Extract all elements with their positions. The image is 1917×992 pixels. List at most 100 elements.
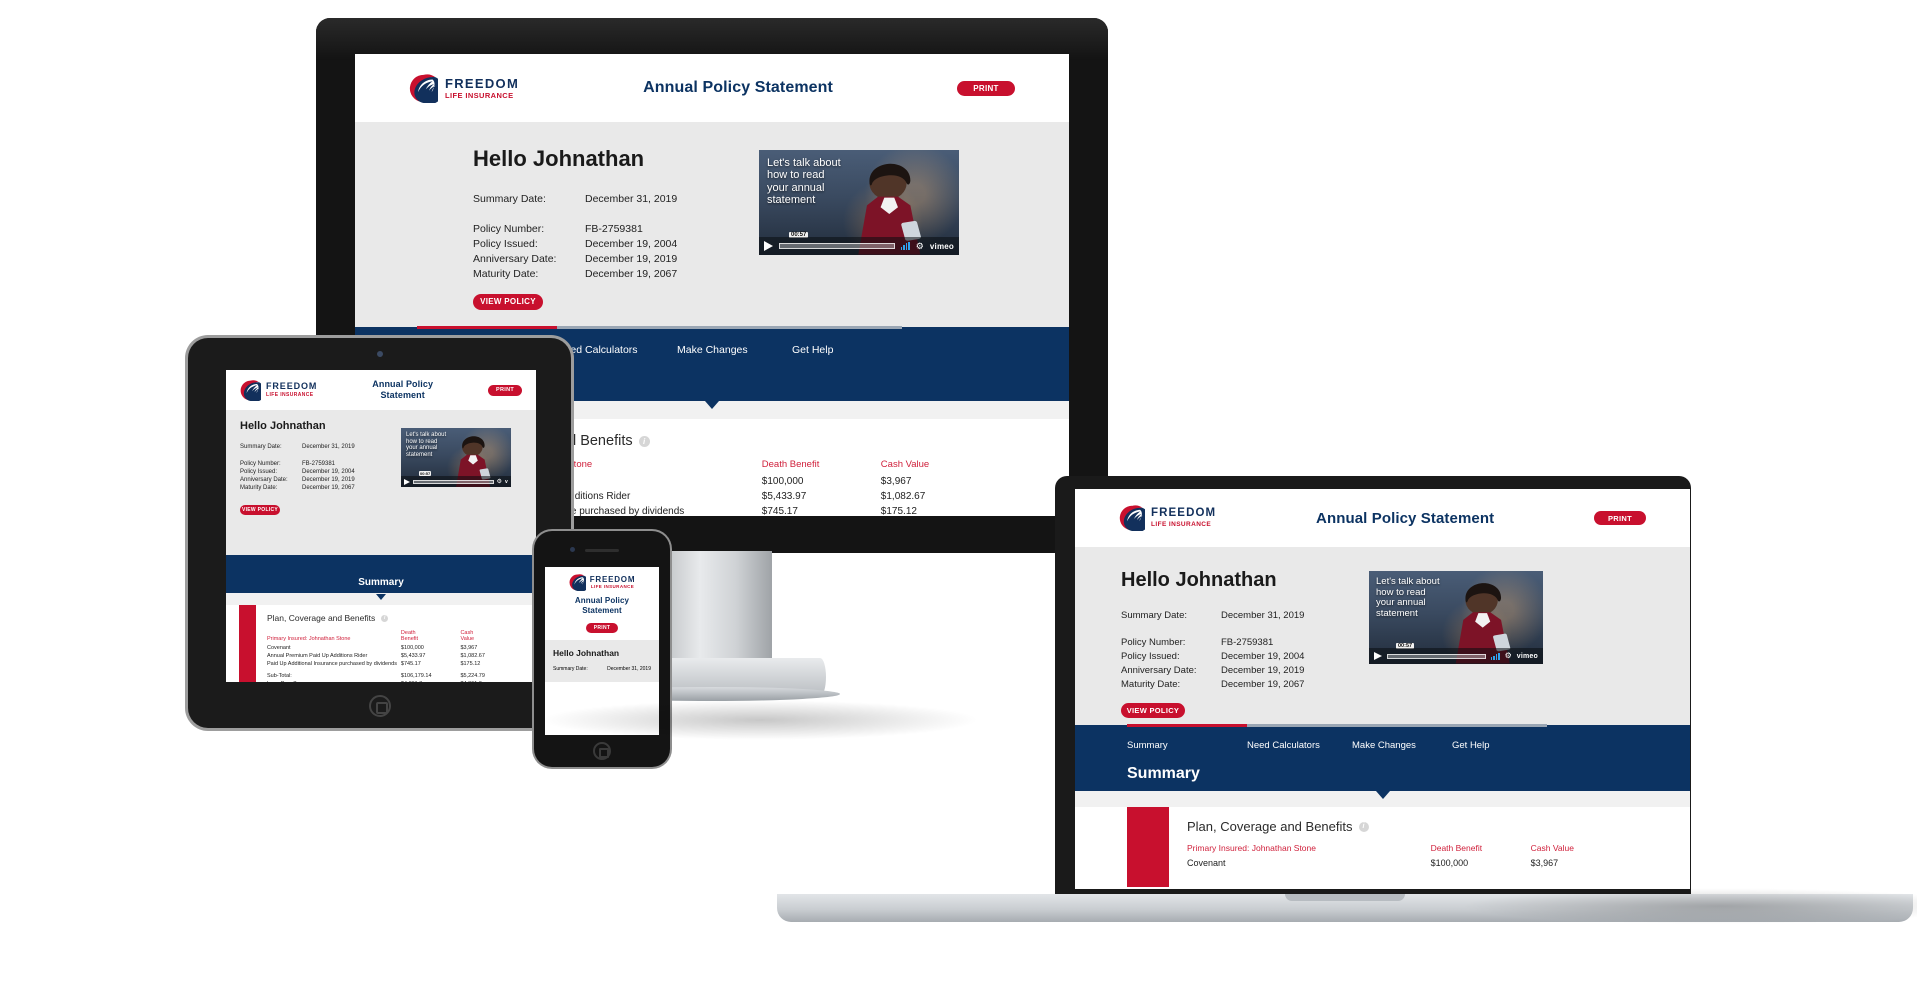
play-icon[interactable]	[1374, 652, 1382, 660]
nav-item-summary-label: Summary	[1127, 739, 1168, 751]
policy-number-value: FB-2759381	[302, 461, 336, 467]
anniversary-date-label: Anniversary Date:	[1121, 665, 1197, 676]
print-button[interactable]: PRINT	[956, 80, 1015, 96]
print-button[interactable]: PRINT	[586, 623, 618, 633]
tablet-page: FREEDOM LIFE INSURANCE Annual Policy Sta…	[226, 370, 536, 682]
maturity-date-value: December 19, 2067	[585, 268, 678, 280]
loan-payoff-cash-value: $4,861.3	[460, 680, 515, 682]
card-accent-stripe	[239, 605, 256, 682]
nav-item-get-help[interactable]: Get Help	[1452, 723, 1547, 751]
row-death-benefit: $745.17	[400, 661, 421, 667]
video-thumbnail[interactable]: Let's talk about how to read your annual…	[759, 150, 959, 255]
row-death-benefit: $745.17	[761, 506, 798, 516]
brand-logo[interactable]: FREEDOM LIFE INSURANCE	[409, 73, 519, 103]
phone-home-button[interactable]	[593, 742, 611, 760]
video-line-1: Let's talk about	[767, 157, 841, 169]
phone-summary-section: Hello Johnathan Summary Date: December 3…	[545, 640, 659, 682]
print-button[interactable]: PRINT	[1594, 511, 1646, 525]
video-line-4: statement	[1376, 607, 1418, 619]
freedom-swoosh-icon	[409, 73, 438, 103]
tablet-camera-icon	[376, 351, 383, 357]
gear-icon[interactable]: ⚙	[916, 241, 924, 251]
anniversary-date-label: Anniversary Date:	[240, 477, 288, 483]
desktop-summary-section: Hello Johnathan Summary Date: December 3…	[355, 122, 1069, 327]
main-navigation[interactable]	[226, 555, 536, 573]
video-thumbnail[interactable]: Let's talk about how to read your annual…	[401, 428, 511, 487]
maturity-date-label: Maturity Date:	[1121, 679, 1181, 690]
info-icon[interactable]: i	[1358, 821, 1369, 832]
vimeo-label: vimeo	[1516, 652, 1538, 660]
section-header-summary: Summary	[1075, 757, 1690, 799]
row-death-benefit: $5,433.97	[400, 653, 426, 659]
play-icon[interactable]	[764, 241, 773, 251]
maturity-date-value: December 19, 2067	[1221, 679, 1305, 690]
table-total-row: Loan Payoff: $4,861.3 $4,861.3	[267, 680, 515, 682]
row-cash-value: $1,082.67	[460, 653, 485, 659]
monitor-stand-neck	[652, 551, 772, 669]
gear-icon[interactable]: ⚙	[497, 479, 502, 485]
print-button[interactable]: PRINT	[488, 384, 522, 396]
policy-issued-value: December 19, 2004	[1221, 651, 1305, 662]
nav-item-need-calculators[interactable]: Need Calculators	[1247, 723, 1352, 751]
summary-date-label: Summary Date:	[553, 666, 588, 672]
tablet-shadow	[540, 700, 980, 740]
nav-item-need-calculators-label: Need Calculators	[1247, 739, 1320, 751]
video-overlay-text: Let's talk about how to read your annual…	[1376, 576, 1446, 620]
view-policy-button[interactable]: VIEW POLICY	[473, 293, 543, 310]
info-icon[interactable]: i	[381, 614, 389, 622]
nav-indicator	[557, 325, 677, 329]
brand-logo[interactable]: FREEDOM LIFE INSURANCE	[1119, 505, 1216, 531]
view-policy-button[interactable]: VIEW POLICY	[240, 505, 280, 515]
volume-bars-icon[interactable]	[900, 242, 910, 250]
video-controls-bar[interactable]: ⚙ v	[401, 476, 511, 487]
summary-date-value: December 31, 2019	[1221, 610, 1305, 621]
play-icon[interactable]	[404, 478, 410, 485]
view-policy-button[interactable]: VIEW POLICY	[1121, 703, 1185, 718]
section-caret-icon	[376, 594, 386, 600]
nav-indicator	[792, 325, 902, 329]
nav-item-summary[interactable]: Summary	[1127, 723, 1247, 751]
subtotal-death-benefit: $106,179.14	[400, 673, 432, 679]
video-thumbnail[interactable]: Let's talk about how to read your annual…	[1369, 571, 1543, 664]
nav-active-indicator	[417, 325, 557, 329]
anniversary-date-value: December 19, 2019	[302, 477, 355, 483]
policy-issued-label: Policy Issued:	[240, 469, 278, 475]
table-header-row: Primary Insured: Johnathan Stone Death B…	[267, 630, 515, 644]
summary-date-value: December 31, 2019	[585, 193, 678, 205]
main-navigation[interactable]: Summary Need Calculators Make Changes Ge…	[1075, 723, 1690, 757]
cash-value-header: Cash Value	[1530, 843, 1574, 853]
anniversary-date-value: December 19, 2019	[585, 253, 678, 265]
nav-active-indicator	[1127, 723, 1247, 727]
nav-item-get-help[interactable]: Get Help	[792, 325, 902, 356]
tablet-home-button[interactable]	[368, 695, 391, 717]
video-scrubber[interactable]	[1387, 653, 1487, 659]
video-scrubber[interactable]	[413, 479, 494, 484]
death-benefit-header: Death Benefit	[1430, 843, 1483, 853]
row-death-benefit: $100,000	[761, 476, 804, 487]
video-controls-bar[interactable]: ⚙ vimeo	[1369, 648, 1543, 664]
volume-bars-icon[interactable]	[1491, 652, 1500, 660]
subtotal-label: Sub-Total:	[267, 673, 292, 679]
video-scrubber[interactable]	[779, 243, 895, 249]
brand-name: FREEDOM	[1151, 507, 1217, 519]
nav-item-make-changes[interactable]: Make Changes	[1352, 723, 1452, 751]
phone-camera-icon	[570, 547, 575, 552]
nav-item-need-calculators[interactable]: Need Calculators	[557, 325, 677, 356]
summary-date-row: Summary Date: December 31, 2019	[553, 666, 651, 672]
tablet-screen: FREEDOM LIFE INSURANCE Annual Policy Sta…	[226, 370, 536, 682]
info-icon[interactable]: i	[638, 435, 650, 447]
section-caret-icon	[1375, 791, 1390, 799]
tablet-summary-section: Hello Johnathan Summary Date: December 3…	[226, 410, 536, 555]
plan-coverage-table: Primary Insured: Johnathan Stone Death B…	[1187, 843, 1622, 870]
gear-icon[interactable]: ⚙	[1505, 652, 1512, 660]
desktop-header: FREEDOM LIFE INSURANCE Annual Policy Sta…	[355, 54, 1069, 122]
plan-coverage-card: Plan, Coverage and Benefits i Primary In…	[239, 605, 523, 682]
anniversary-date-label: Anniversary Date:	[473, 253, 557, 265]
video-controls-bar[interactable]: ⚙ vimeo	[759, 237, 959, 255]
row-cash-value: $3,967	[1530, 858, 1559, 868]
brand-logo[interactable]: FREEDOM LIFE INSURANCE	[240, 379, 317, 401]
video-overlay-text: Let's talk about how to read your annual…	[406, 432, 452, 459]
brand-logo[interactable]: FREEDOM LIFE INSURANCE	[545, 574, 659, 591]
row-death-benefit: $5,433.97	[761, 491, 807, 502]
nav-item-make-changes[interactable]: Make Changes	[677, 325, 792, 356]
